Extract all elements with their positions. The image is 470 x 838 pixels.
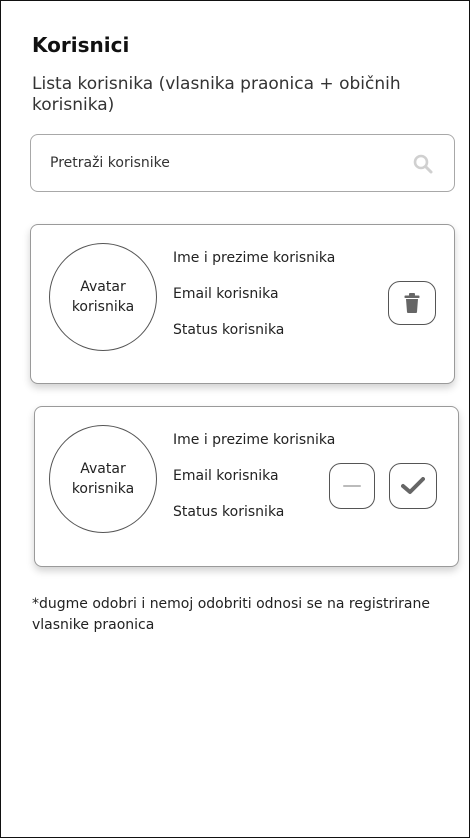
user-info: Ime i prezime korisnika Email korisnika … [173, 430, 335, 538]
user-email: Email korisnika [173, 286, 279, 302]
user-card: Avatar korisnika Ime i prezime korisnika… [30, 224, 455, 384]
avatar: Avatar korisnika [49, 425, 157, 533]
user-info: Ime i prezime korisnika Email korisnika … [173, 248, 335, 356]
avatar: Avatar korisnika [49, 243, 157, 351]
approve-button[interactable] [389, 463, 437, 509]
search-input[interactable]: Pretraži korisnike [30, 134, 455, 192]
footnote: *dugme odobri i nemoj odobriti odnosi se… [32, 596, 430, 633]
avatar-label: Avatar korisnika [71, 279, 135, 315]
page-subtitle: Lista korisnika (vlasnika praonica + obi… [32, 74, 401, 115]
user-email: Email korisnika [173, 468, 279, 484]
user-status: Status korisnika [173, 322, 285, 338]
reject-button[interactable] [329, 463, 375, 509]
user-name: Ime i prezime korisnika [173, 432, 336, 448]
avatar-label: Avatar korisnika [71, 461, 135, 497]
delete-user-button[interactable] [388, 281, 436, 325]
user-status: Status korisnika [173, 504, 285, 520]
checkmark-icon [401, 477, 425, 494]
page-title: Korisnici [32, 33, 130, 57]
screen: Korisnici Lista korisnika (vlasnika prao… [0, 0, 470, 838]
trash-icon [404, 293, 420, 313]
user-name: Ime i prezime korisnika [173, 250, 336, 266]
minus-icon [343, 485, 361, 487]
user-card: Avatar korisnika Ime i prezime korisnika… [34, 406, 459, 567]
search-icon[interactable] [412, 153, 434, 175]
search-placeholder: Pretraži korisnike [50, 155, 170, 171]
